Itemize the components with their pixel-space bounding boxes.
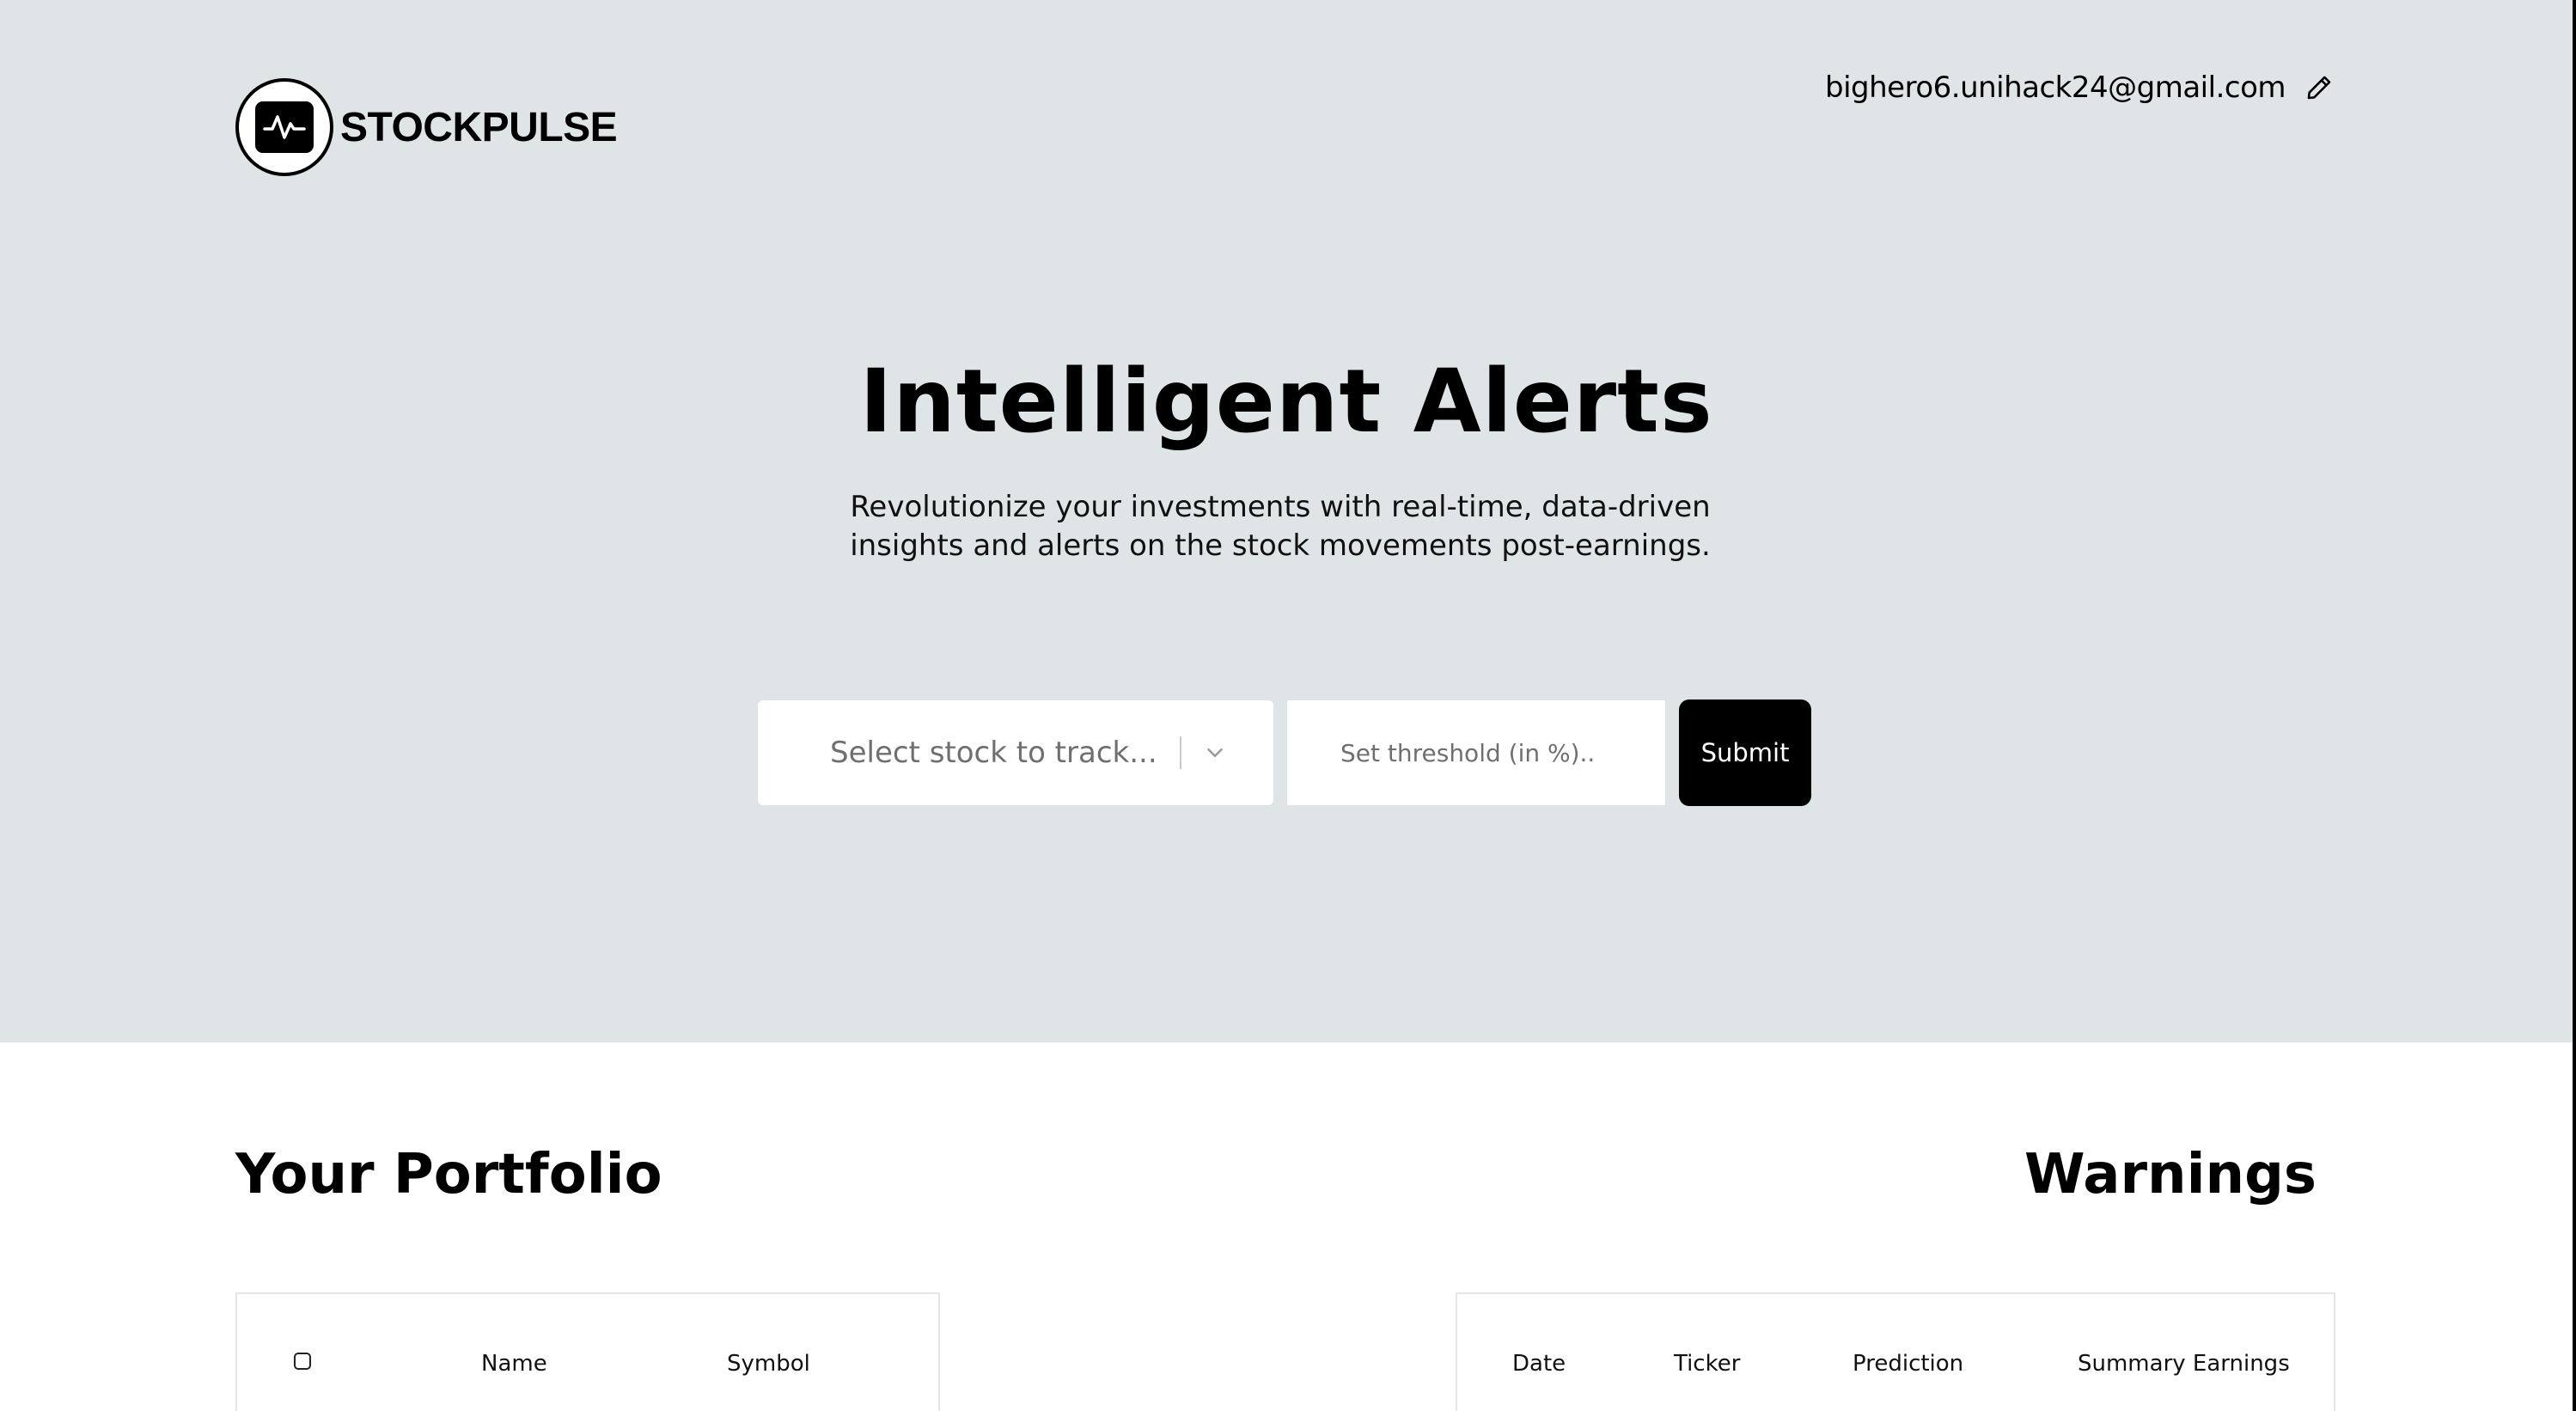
portfolio-title: Your Portfolio	[235, 1143, 662, 1206]
subtitle-line-1: Revolutionize your investments with real…	[850, 490, 1711, 524]
hero-section: STOCKPULSE bighero6.unihack24@gmail.com …	[0, 0, 2573, 1042]
portfolio-table: Name Symbol	[235, 1292, 940, 1411]
page-subtitle: Revolutionize your investments with real…	[825, 488, 1736, 565]
chevron-down-icon[interactable]	[1202, 740, 1228, 766]
alert-form: Select stock to track... Submit	[758, 699, 1811, 806]
warnings-table: Date Ticker Prediction Summary Earnings	[1456, 1292, 2335, 1411]
select-separator	[1179, 736, 1181, 769]
column-header-symbol[interactable]: Symbol	[727, 1351, 810, 1377]
page: STOCKPULSE bighero6.unihack24@gmail.com …	[0, 0, 2573, 1411]
column-header-ticker[interactable]: Ticker	[1674, 1351, 1740, 1377]
select-all-checkbox[interactable]	[294, 1353, 311, 1370]
threshold-input[interactable]	[1287, 700, 1665, 805]
column-header-date[interactable]: Date	[1512, 1351, 1566, 1377]
logo-circle	[235, 78, 333, 176]
page-title: Intelligent Alerts	[859, 351, 1713, 453]
account-info: bighero6.unihack24@gmail.com	[1825, 70, 2334, 105]
submit-button[interactable]: Submit	[1679, 699, 1811, 806]
column-header-name[interactable]: Name	[481, 1351, 547, 1377]
user-email: bighero6.unihack24@gmail.com	[1825, 70, 2286, 105]
column-header-prediction[interactable]: Prediction	[1853, 1351, 1963, 1377]
column-header-summary-earnings[interactable]: Summary Earnings	[2078, 1351, 2290, 1377]
stock-select[interactable]: Select stock to track...	[758, 700, 1273, 805]
warnings-title: Warnings	[2024, 1143, 2317, 1206]
subtitle-line-2: insights and alerts on the stock movemen…	[850, 528, 1711, 563]
logo[interactable]: STOCKPULSE	[235, 78, 618, 176]
pencil-icon[interactable]	[2304, 73, 2334, 102]
stock-select-placeholder: Select stock to track...	[830, 736, 1157, 770]
brand-name: STOCKPULSE	[340, 104, 618, 150]
pulse-logo-icon	[255, 101, 314, 153]
